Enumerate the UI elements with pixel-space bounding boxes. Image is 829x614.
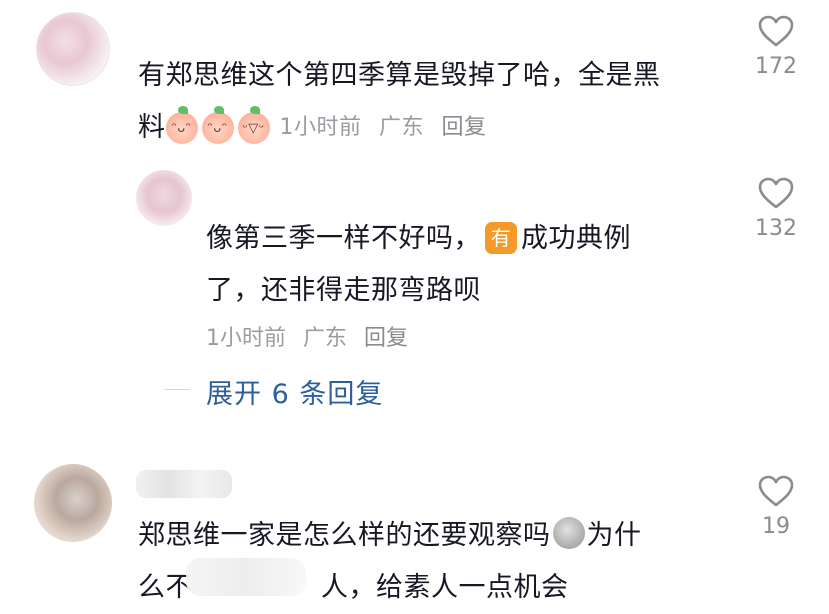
- dog-face-emoji: [552, 517, 585, 549]
- comment-line: 郑思维一家是怎么样的还要观察吗 为什: [138, 510, 738, 562]
- like-count: 172: [755, 54, 797, 79]
- like-button[interactable]: 172: [746, 14, 806, 79]
- avatar[interactable]: [36, 12, 110, 86]
- cry-laugh-peach-emoji: ᵕ▽ᵕ: [237, 106, 270, 144]
- blurred-text: [186, 558, 306, 596]
- smile-peach-emoji: ᵔᴗᵔ: [201, 106, 234, 144]
- comment-line: 像第三季一样不好吗，有成功典例: [206, 213, 726, 265]
- divider-line: [164, 389, 190, 390]
- you-badge-emoji: 有: [485, 222, 517, 254]
- comment-meta: 1小时前 广东 回复: [280, 102, 497, 154]
- comment-location: 广东: [379, 115, 425, 140]
- comment-text: 像第三季一样不好吗，有成功典例 了，还非得走那弯路呗: [206, 213, 726, 317]
- comment-time: 1小时前: [279, 115, 362, 140]
- comment-line-text: 郑思维一家是怎么样的还要观察吗: [138, 520, 551, 551]
- like-count: 132: [755, 216, 797, 241]
- like-button[interactable]: 132: [746, 176, 806, 241]
- comment-line-text: 像第三季一样不好吗，: [206, 223, 481, 254]
- comment-line-text: 为什: [586, 520, 642, 551]
- username-blurred: [136, 470, 232, 498]
- comment-line: 料 ᵔᴗᵔ ᵔᴗᵔ ᵕ▽ᵕ 1小时前 广东 回复: [138, 102, 738, 154]
- comment-time: 1小时前: [206, 326, 286, 351]
- reply-button[interactable]: 回复: [442, 115, 487, 140]
- expand-replies-button[interactable]: 展开 6 条回复: [206, 372, 383, 411]
- heart-outline-icon: [758, 475, 794, 507]
- comment-line-text: 人，给素人一点机会: [321, 572, 569, 603]
- heart-outline-icon: [758, 177, 794, 209]
- smile-peach-emoji: ᵔᴗᵔ: [165, 106, 198, 144]
- comment-line-text: 料: [138, 112, 166, 143]
- comment-line-text: 么不: [138, 572, 193, 603]
- reply-button[interactable]: 回复: [364, 326, 408, 351]
- comment-text: 有郑思维这个第四季算是毁掉了哈，全是黑 料 ᵔᴗᵔ ᵔᴗᵔ ᵕ▽ᵕ 1小时前 广…: [138, 50, 738, 154]
- avatar[interactable]: [136, 170, 192, 226]
- heart-outline-icon: [758, 15, 794, 47]
- comment-meta: 1小时前 广东 回复: [206, 320, 418, 352]
- like-count: 19: [762, 514, 790, 539]
- comment-line: 有郑思维这个第四季算是毁掉了哈，全是黑: [138, 60, 661, 91]
- avatar[interactable]: [34, 464, 112, 542]
- comment-line-text: 成功典例: [521, 223, 631, 254]
- like-button[interactable]: 19: [746, 474, 806, 539]
- comment-location: 广东: [303, 326, 348, 351]
- comment-line: 了，还非得走那弯路呗: [206, 275, 481, 306]
